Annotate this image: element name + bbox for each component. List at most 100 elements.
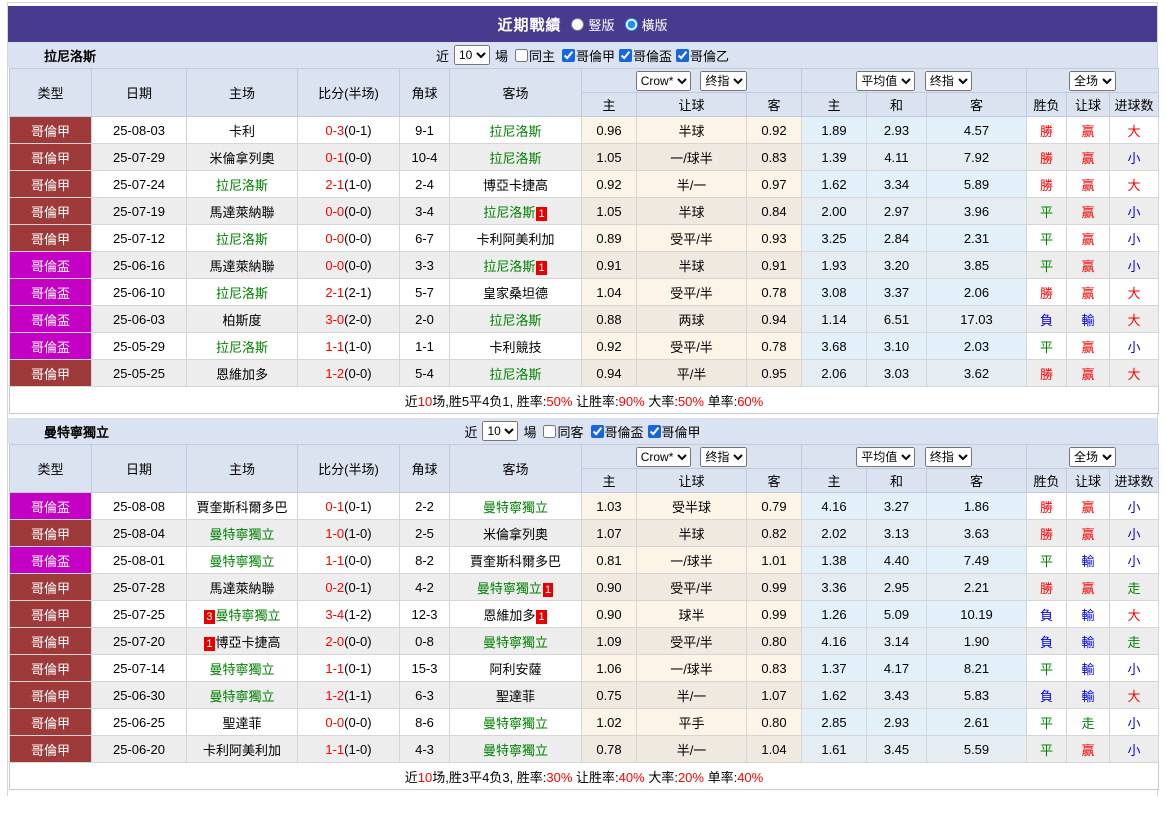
scope-select[interactable]: 全场 xyxy=(1069,70,1117,91)
summary-part: 大率: xyxy=(644,393,678,409)
handicap-home-odds: 0.92 xyxy=(581,170,637,198)
match-date: 25-07-28 xyxy=(91,573,187,601)
average-odds-select[interactable]: 平均值 xyxy=(856,446,916,467)
home-team-name: 曼特寧獨立 xyxy=(209,526,275,542)
result-handicap: 輸 xyxy=(1066,681,1111,709)
result-goals: 小 xyxy=(1109,519,1160,547)
result-goals: 小 xyxy=(1109,492,1160,520)
summary-part: 场,胜5平4负1, 胜率: xyxy=(432,393,547,409)
away-team-name: 卡利阿美利加 xyxy=(476,231,555,247)
final-odds-select[interactable]: 终指 xyxy=(700,446,748,467)
handicap-line: 半球 xyxy=(636,251,747,279)
league-filter-option[interactable]: 哥倫乙 xyxy=(672,46,729,65)
league-badge: 哥倫甲 xyxy=(9,170,92,198)
home-team-section: 拉尼洛斯 近 10 場 同主 哥倫甲 哥倫盃 哥倫乙 类型 日期 主场 比分(半… xyxy=(8,42,1160,414)
corner-count: 2-0 xyxy=(399,305,450,333)
same-venue-checkbox[interactable] xyxy=(514,48,528,62)
league-filter-option[interactable]: 哥倫盃 xyxy=(615,46,672,65)
score: 0-0(0-0) xyxy=(297,708,400,736)
handicap-home-odds: 0.75 xyxy=(581,681,637,709)
summary-part: 单率: xyxy=(703,769,738,785)
result-handicap: 赢 xyxy=(1066,359,1111,387)
handicap-line: 半球 xyxy=(636,116,747,144)
final-odds-select-2[interactable]: 终指 xyxy=(924,446,972,467)
odds-provider-select[interactable]: Crow* xyxy=(635,446,691,467)
average-odds-select[interactable]: 平均值 xyxy=(856,70,916,91)
half-time-score: (0-1) xyxy=(344,498,372,514)
league-filter-option[interactable]: 哥倫盃 xyxy=(587,422,644,441)
match-row: 哥倫盃 25-06-03 柏斯度 3-0(2-0) 2-0 拉尼洛斯 0.88 两球 0.94 1… xyxy=(9,305,1160,333)
half-time-score: (0-0) xyxy=(344,230,372,246)
result-goals: 走 xyxy=(1109,573,1160,601)
full-time-score: 3-0 xyxy=(325,311,345,327)
handicap-home-odds: 1.03 xyxy=(581,492,637,520)
avg-home-odds: 1.37 xyxy=(801,654,867,682)
league-filter-checkbox[interactable] xyxy=(562,48,575,62)
league-badge: 哥倫甲 xyxy=(9,116,92,144)
final-odds-select-2[interactable]: 终指 xyxy=(924,70,972,91)
layout-horizontal-option[interactable]: 橫版 xyxy=(624,15,668,34)
match-count-select[interactable]: 10 xyxy=(482,421,519,441)
avg-draw-odds: 3.03 xyxy=(866,359,927,387)
result-wdl: 勝 xyxy=(1026,143,1068,171)
match-count-select[interactable]: 10 xyxy=(453,45,490,65)
result-handicap: 赢 xyxy=(1066,492,1111,520)
handicap-line: 受平/半 xyxy=(636,278,747,306)
league-badge: 哥倫盃 xyxy=(9,305,92,333)
away-team-name: 拉尼洛斯 xyxy=(483,258,536,274)
league-filter-checkbox[interactable] xyxy=(647,424,661,438)
league-filter-checkbox[interactable] xyxy=(619,48,633,62)
match-row: 哥倫甲 25-07-29 米倫拿列奧 0-1(0-0) 10-4 拉尼洛斯 1.05 一/球半… xyxy=(9,143,1160,171)
games-label: 場 xyxy=(523,424,537,440)
result-wdl: 負 xyxy=(1026,600,1068,628)
result-goals: 大 xyxy=(1109,278,1160,306)
horizontal-layout-label: 橫版 xyxy=(641,17,668,33)
handicap-odds-controls: Crow* 终指 xyxy=(581,444,802,469)
col-type: 类型 xyxy=(9,444,92,493)
layout-vertical-option[interactable]: 豎版 xyxy=(571,15,615,34)
avg-home-odds: 1.26 xyxy=(801,600,867,628)
match-row: 哥倫甲 25-07-12 拉尼洛斯 0-0(0-0) 6-7 卡利阿美利加 0.89 受平/半… xyxy=(9,224,1160,252)
result-goals: 小 xyxy=(1109,708,1160,736)
col-away: 客场 xyxy=(449,444,582,493)
handicap-home-odds: 0.90 xyxy=(581,600,637,628)
handicap-line: 一/球半 xyxy=(636,143,747,171)
league-filter-label: 哥倫盃 xyxy=(604,424,644,440)
league-filter-option[interactable]: 哥倫甲 xyxy=(644,422,701,441)
league-filter-option[interactable]: 哥倫甲 xyxy=(558,46,615,65)
handicap-home-odds: 0.88 xyxy=(581,305,637,333)
result-handicap: 輸 xyxy=(1066,600,1111,628)
league-filter-checkbox[interactable] xyxy=(676,48,690,62)
col-score: 比分(半场) xyxy=(297,444,400,493)
final-odds-select[interactable]: 终指 xyxy=(700,70,748,91)
handicap-line: 受平/半 xyxy=(636,224,747,252)
handicap-home-odds: 0.89 xyxy=(581,224,637,252)
league-filter-checkbox[interactable] xyxy=(590,424,604,438)
away-team-section: 曼特寧獨立 近 10 場 同客 哥倫盃 哥倫甲 类型 日期 主场 比分(半场) … xyxy=(8,418,1160,790)
score: 1-1(0-1) xyxy=(297,654,400,682)
vertical-layout-radio[interactable] xyxy=(571,17,585,31)
same-venue-checkbox[interactable] xyxy=(543,424,557,438)
full-time-score: 1-2 xyxy=(325,687,345,703)
odds-provider-select[interactable]: Crow* xyxy=(635,70,691,91)
avg-home-odds: 2.00 xyxy=(801,197,867,225)
handicap-home-odds: 1.04 xyxy=(581,278,637,306)
home-team: 拉尼洛斯 xyxy=(186,170,298,198)
horizontal-layout-radio[interactable] xyxy=(624,17,638,31)
match-date: 25-06-30 xyxy=(91,681,187,709)
corner-count: 8-6 xyxy=(399,708,450,736)
result-goals: 大 xyxy=(1109,116,1160,144)
league-badge: 哥倫盃 xyxy=(9,251,92,279)
away-team-name: 拉尼洛斯 xyxy=(483,204,536,220)
avg-draw-odds: 6.51 xyxy=(866,305,927,333)
away-team: 拉尼洛斯 xyxy=(449,143,582,171)
match-date: 25-06-03 xyxy=(91,305,187,333)
same-venue-option[interactable]: 同主 xyxy=(511,46,555,65)
col-handicap-home: 主 xyxy=(581,92,637,117)
scope-select[interactable]: 全场 xyxy=(1069,446,1117,467)
score: 1-1(1-0) xyxy=(297,332,400,360)
col-avg-draw: 和 xyxy=(866,92,927,117)
handicap-away-odds: 0.83 xyxy=(746,654,802,682)
score: 0-0(0-0) xyxy=(297,224,400,252)
same-venue-option[interactable]: 同客 xyxy=(539,422,584,441)
